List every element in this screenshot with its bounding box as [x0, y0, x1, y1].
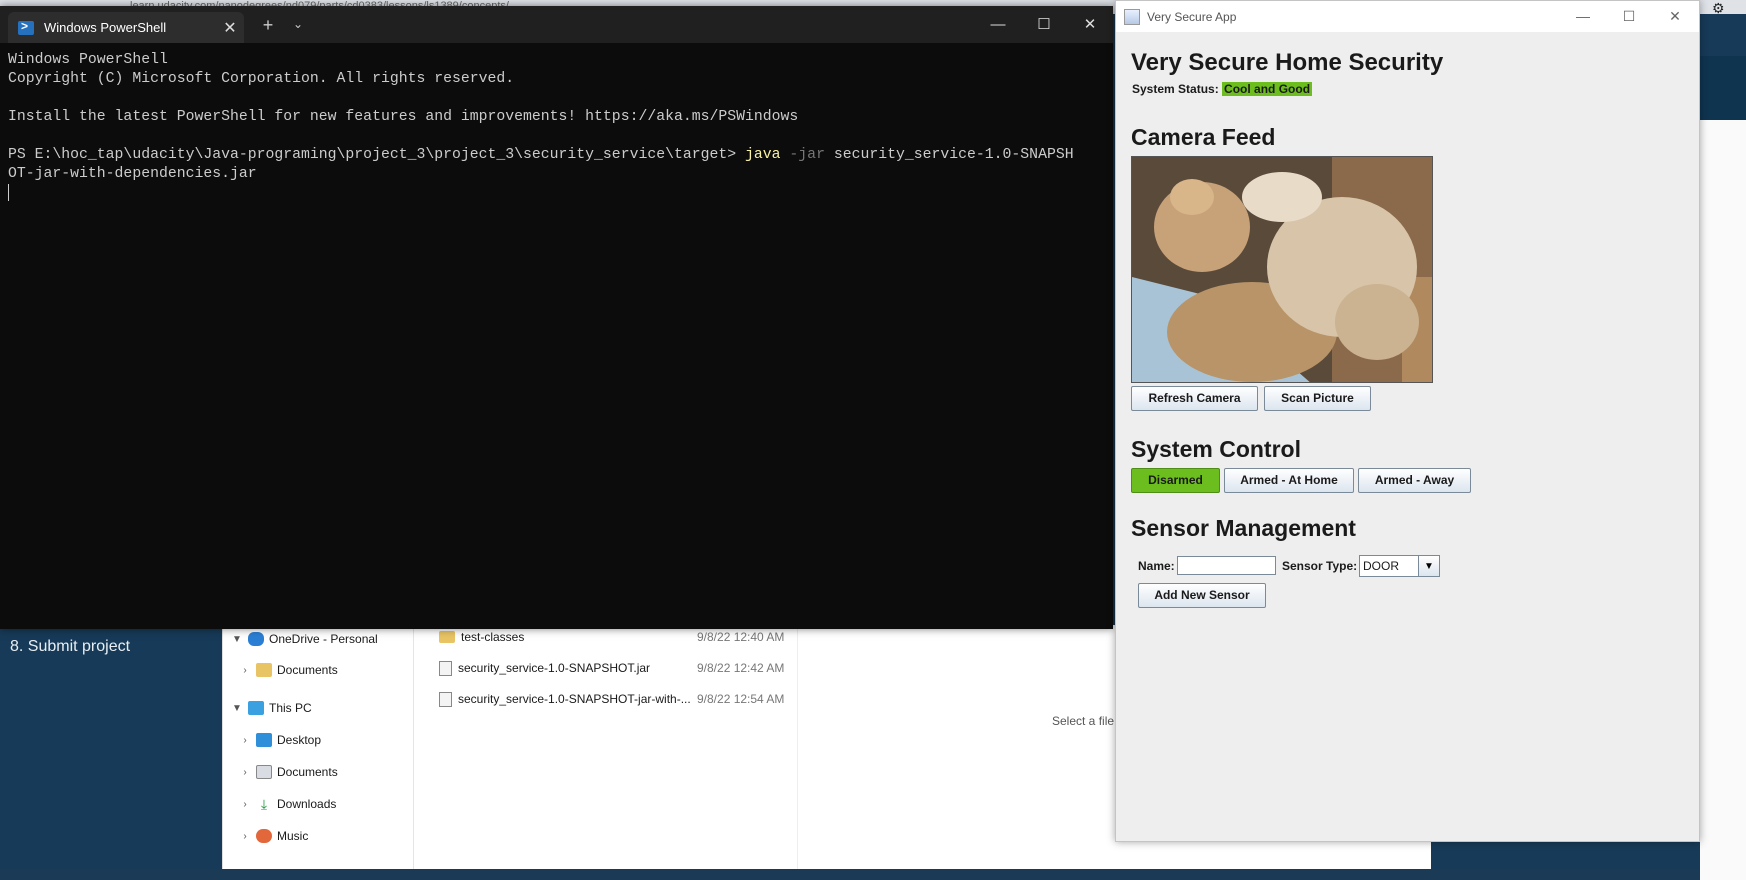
file-name: security_service-1.0-SNAPSHOT-jar-with-.…: [458, 692, 691, 706]
nav-item-this-pc[interactable]: ▼ This PC: [229, 696, 312, 720]
browser-content-strip: [1700, 120, 1746, 880]
file-name: security_service-1.0-SNAPSHOT.jar: [458, 661, 651, 675]
computer-icon: [248, 701, 264, 715]
file-name: test-classes: [461, 630, 525, 644]
chevron-right-icon[interactable]: ›: [237, 799, 253, 810]
maximize-button[interactable]: ☐: [1606, 5, 1652, 27]
terminal-prompt: PS E:\hoc_tap\udacity\Java-programing\pr…: [8, 147, 746, 163]
tab-title: Windows PowerShell: [44, 20, 167, 35]
armed-at-home-button[interactable]: Armed - At Home: [1224, 468, 1354, 493]
disarmed-button[interactable]: Disarmed: [1131, 468, 1220, 493]
armed-away-button[interactable]: Armed - Away: [1358, 468, 1471, 493]
name-label: Name:: [1138, 559, 1175, 573]
page-title: Very Secure Home Security: [1131, 49, 1444, 76]
sensor-type-select[interactable]: DOOR ▼: [1359, 555, 1440, 577]
very-secure-app-window[interactable]: Very Secure App — ☐ ✕ Very Secure Home S…: [1115, 0, 1700, 842]
folder-icon: [256, 663, 272, 677]
terminal-argument: security_service-1.0-SNAPSH: [824, 147, 1074, 163]
file-date: 9/8/22 12:54 AM: [697, 692, 785, 706]
close-icon[interactable]: ✕: [216, 18, 244, 38]
new-tab-button[interactable]: +: [258, 15, 278, 36]
desktop-icon: [256, 733, 272, 747]
nav-label: Music: [277, 829, 309, 843]
status-label: System Status:: [1132, 82, 1223, 96]
documents-icon: [256, 765, 272, 779]
terminal-output[interactable]: Windows PowerShell Copyright (C) Microso…: [8, 51, 1108, 203]
java-app-icon: [1124, 8, 1140, 25]
chevron-right-icon[interactable]: ›: [237, 735, 253, 746]
terminal-cursor: [8, 184, 9, 201]
gear-icon[interactable]: ⚙: [1712, 0, 1725, 17]
add-new-sensor-button[interactable]: Add New Sensor: [1138, 583, 1266, 608]
file-row[interactable]: security_service-1.0-SNAPSHOT.jar 9/8/22…: [439, 656, 784, 680]
sensor-type-value: DOOR: [1363, 559, 1399, 573]
system-status: System Status: Cool and Good: [1132, 82, 1313, 96]
chevron-down-icon[interactable]: ▼: [1418, 556, 1439, 576]
nav-item-downloads[interactable]: › ⤓ Downloads: [237, 792, 336, 816]
close-button[interactable]: ✕: [1070, 14, 1110, 36]
file-date: 9/8/22 12:40 AM: [697, 630, 785, 644]
close-button[interactable]: ✕: [1652, 5, 1698, 27]
nav-item-desktop[interactable]: › Desktop: [237, 728, 321, 752]
camera-feed-image: [1131, 156, 1433, 383]
sensor-management-heading: Sensor Management: [1131, 515, 1356, 541]
nav-item-documents-pc[interactable]: › Documents: [237, 760, 338, 784]
tab-powershell[interactable]: Windows PowerShell ✕: [8, 12, 244, 43]
minimize-button[interactable]: —: [1560, 5, 1606, 27]
sensor-type-label: Sensor Type:: [1282, 559, 1358, 573]
terminal-line: Copyright (C) Microsoft Corporation. All…: [8, 71, 515, 87]
terminal-flag: -jar: [780, 147, 825, 163]
terminal-command: java: [745, 147, 781, 163]
chevron-right-icon[interactable]: ›: [237, 831, 253, 842]
jar-file-icon: [439, 660, 452, 676]
file-date: 9/8/22 12:42 AM: [697, 661, 785, 675]
sensor-name-input[interactable]: [1177, 556, 1276, 575]
terminal-titlebar[interactable]: Windows PowerShell ✕ + ⌄ — ☐ ✕: [0, 6, 1113, 43]
preview-hint: Select a file: [1052, 714, 1115, 728]
maximize-button[interactable]: ☐: [1024, 14, 1064, 36]
nav-label: Downloads: [277, 797, 337, 811]
powershell-window[interactable]: Windows PowerShell ✕ + ⌄ — ☐ ✕ Windows P…: [0, 6, 1113, 629]
music-icon: [256, 829, 272, 843]
folder-icon: [439, 631, 455, 643]
chevron-right-icon[interactable]: ›: [237, 665, 253, 676]
nav-item-onedrive[interactable]: ▼ OneDrive - Personal: [229, 627, 378, 651]
nav-label: Documents: [277, 663, 338, 677]
nav-item-music[interactable]: › Music: [237, 824, 308, 848]
explorer-navigation-pane: ▼ OneDrive - Personal › Documents ▼ This…: [223, 625, 406, 869]
status-badge: Cool and Good: [1222, 82, 1313, 96]
nav-label: OneDrive - Personal: [269, 632, 378, 646]
cloud-icon: [248, 632, 264, 646]
camera-heading: Camera Feed: [1131, 124, 1276, 150]
file-row[interactable]: security_service-1.0-SNAPSHOT-jar-with-.…: [439, 687, 784, 711]
chevron-down-icon[interactable]: ⌄: [288, 17, 308, 31]
refresh-camera-button[interactable]: Refresh Camera: [1131, 386, 1258, 411]
terminal-line: Windows PowerShell: [8, 52, 168, 68]
terminal-line: Install the latest PowerShell for new fe…: [8, 109, 799, 125]
downloads-icon: ⤓: [260, 796, 268, 812]
chevron-right-icon[interactable]: ›: [237, 767, 253, 778]
minimize-button[interactable]: —: [978, 14, 1018, 36]
nav-label: This PC: [269, 701, 312, 715]
jar-file-icon: [439, 691, 452, 707]
preview-divider: [797, 625, 798, 869]
scan-picture-button[interactable]: Scan Picture: [1264, 386, 1371, 411]
terminal-argument-wrap: OT-jar-with-dependencies.jar: [8, 166, 257, 182]
nav-label: Documents: [277, 765, 338, 779]
nav-label: Desktop: [277, 733, 322, 747]
powershell-icon: [18, 19, 34, 35]
chevron-down-icon[interactable]: ▼: [229, 634, 245, 645]
system-control-heading: System Control: [1131, 436, 1301, 462]
chevron-down-icon[interactable]: ▼: [229, 703, 245, 714]
app-titlebar[interactable]: Very Secure App — ☐ ✕: [1116, 1, 1699, 32]
nav-item-documents[interactable]: › Documents: [237, 658, 338, 682]
browser-panel: [1700, 56, 1746, 120]
sidebar-item-submit-project[interactable]: 8. Submit project: [10, 638, 130, 656]
